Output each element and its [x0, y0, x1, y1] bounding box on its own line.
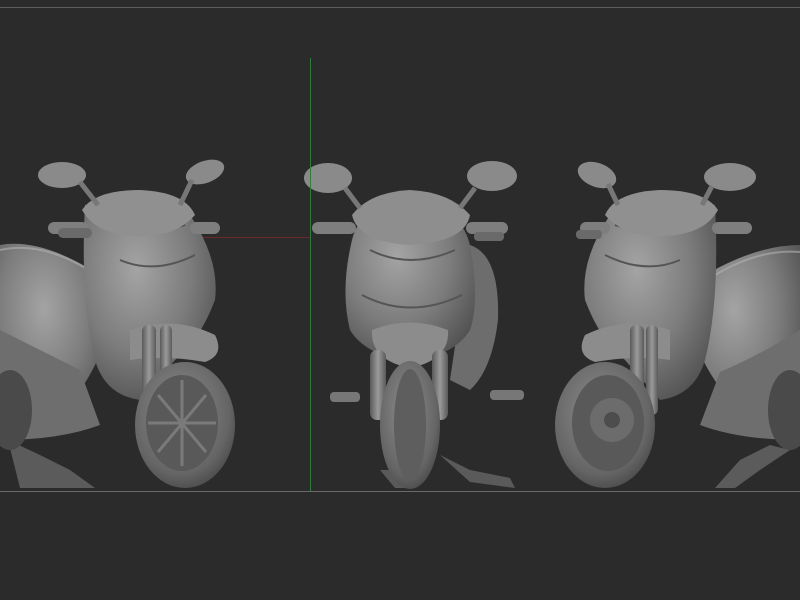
- y-axis-line: [310, 58, 311, 492]
- scooter-left-view: [0, 159, 235, 488]
- scooter-render-scene: [0, 159, 800, 489]
- scooter-front-view: [304, 161, 524, 489]
- ground-grid-line: [0, 491, 800, 492]
- 3d-viewport[interactable]: [0, 0, 800, 600]
- scooter-right-view: [555, 161, 800, 488]
